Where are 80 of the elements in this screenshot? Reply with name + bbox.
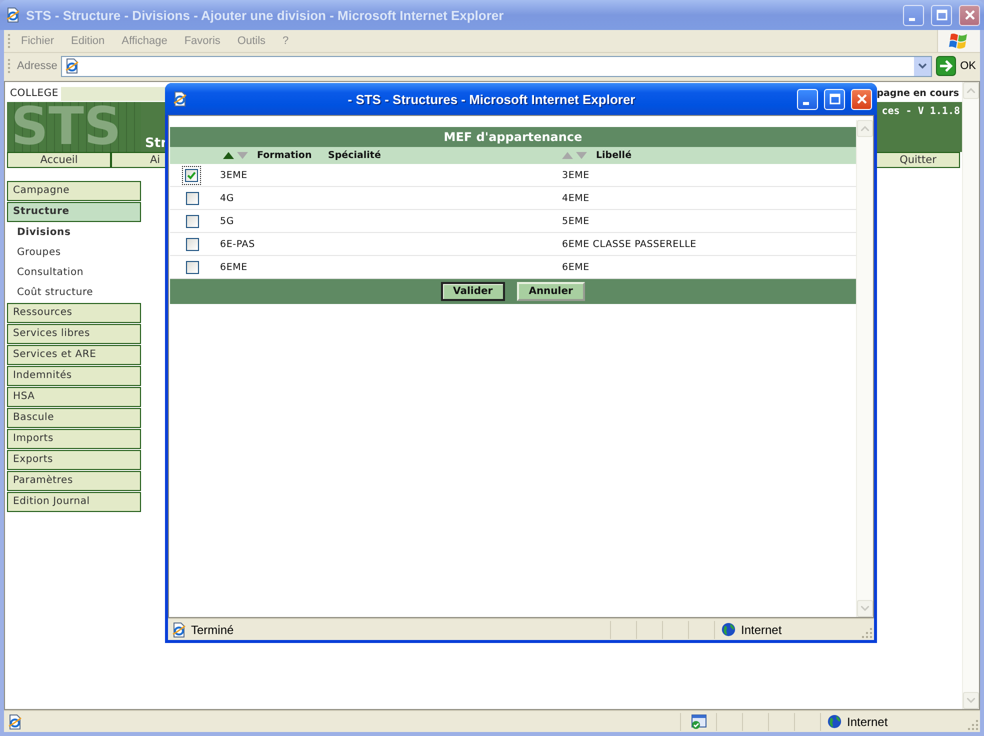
sidebar-item[interactable]: Paramètres: [7, 471, 141, 491]
resize-grip-icon[interactable]: [861, 626, 873, 638]
table-cell: 6EME CLASSE PASSERELLE: [562, 238, 696, 250]
globe-icon: [721, 622, 736, 637]
sidebar-item[interactable]: Indemnités: [7, 366, 141, 386]
page-icon: [64, 58, 80, 74]
version-label: ces - V 1.1.8: [882, 105, 961, 119]
zone-label: Internet: [741, 622, 782, 636]
checkbox[interactable]: [185, 168, 198, 182]
table-cell: 6EME: [562, 262, 590, 272]
windows-flag-icon: [949, 31, 969, 51]
dropdown-button[interactable]: [914, 56, 932, 76]
column-header[interactable]: Libellé: [596, 150, 632, 161]
caret-down-icon: [861, 606, 869, 611]
sidebar-item[interactable]: Campagne: [7, 181, 141, 201]
table-cell: 6E-PAS: [220, 238, 255, 250]
caret-up-icon: [967, 88, 975, 93]
checkmark-icon: [187, 170, 196, 180]
nav-tab[interactable]: Quitter: [876, 152, 960, 168]
checkbox[interactable]: [186, 238, 199, 250]
address-field[interactable]: [61, 56, 932, 76]
campaign-status: pagne en cours: [876, 88, 960, 99]
status-text: Terminé: [191, 622, 235, 636]
sidebar-item[interactable]: Edition Journal: [7, 492, 141, 512]
action-button[interactable]: Valider: [441, 282, 505, 301]
table-cell: 5G: [220, 216, 234, 226]
sidebar-item[interactable]: Services et ARE: [7, 345, 141, 365]
caret-down-icon: [967, 698, 975, 703]
zone-label: Internet: [847, 714, 888, 728]
checkbox[interactable]: [186, 260, 199, 274]
table-cell: 4G: [220, 192, 234, 204]
action-button[interactable]: Annuler: [516, 282, 585, 301]
sidebar-item[interactable]: Bascule: [7, 408, 141, 428]
maximize-icon: [936, 9, 948, 21]
window-title: STS - Structure - Divisions - Ajouter une division - Microsoft Internet Explorer: [26, 8, 505, 22]
sidebar-item[interactable]: Structure: [7, 202, 141, 222]
window-check-icon: [690, 714, 706, 730]
minimize-icon: [802, 102, 808, 104]
caret-down-icon: [918, 63, 928, 69]
table-cell: 6EME: [220, 262, 248, 272]
close-icon: [964, 9, 976, 21]
sidebar-subitem[interactable]: Consultation: [7, 263, 141, 282]
sidebar-item[interactable]: Imports: [7, 429, 141, 449]
table-cell: 3EME: [220, 170, 248, 180]
column-header[interactable]: Spécialité: [328, 150, 381, 161]
caret-up-icon: [861, 126, 869, 131]
browser-icon: [172, 91, 188, 107]
college-label: COLLEGE: [9, 88, 60, 99]
table-heading: MEF d'appartenance: [170, 127, 856, 147]
site-logo: STS: [7, 102, 141, 152]
close-icon: [856, 93, 868, 105]
browser-icon: [171, 622, 187, 638]
checkbox[interactable]: [186, 192, 199, 204]
sidebar-subitem[interactable]: Coût structure: [7, 283, 141, 302]
sidebar-item[interactable]: Exports: [7, 450, 141, 470]
browser-icon: [7, 714, 23, 730]
go-button[interactable]: OK: [960, 60, 976, 72]
table-cell: 4EME: [562, 192, 590, 204]
sidebar-subitem[interactable]: Groupes: [7, 243, 141, 262]
sidebar-subitem[interactable]: Divisions: [7, 223, 141, 242]
sidebar-item[interactable]: Services libres: [7, 324, 141, 344]
close-button[interactable]: [959, 4, 980, 26]
checkbox[interactable]: [186, 214, 199, 228]
column-header[interactable]: Formation: [257, 150, 312, 161]
resize-grip-icon[interactable]: [967, 718, 979, 730]
table-cell: 5EME: [562, 216, 590, 226]
table-cell: 3EME: [562, 170, 590, 180]
minimize-button[interactable]: [903, 4, 924, 26]
maximize-button[interactable]: [931, 4, 952, 26]
banner-title: Str: [144, 136, 167, 152]
browser-icon: [5, 7, 21, 23]
window-title: - STS - Structures - Microsoft Internet Explorer: [346, 92, 636, 106]
nav-tab[interactable]: Ai: [111, 152, 165, 168]
globe-icon: [827, 714, 842, 729]
sidebar-item[interactable]: Ressources: [7, 303, 141, 323]
address-label: Adresse: [17, 60, 58, 72]
maximize-icon: [828, 93, 840, 105]
nav-tab[interactable]: Accueil: [7, 152, 111, 168]
minimize-icon: [908, 18, 914, 20]
sidebar-item[interactable]: HSA: [7, 387, 141, 407]
